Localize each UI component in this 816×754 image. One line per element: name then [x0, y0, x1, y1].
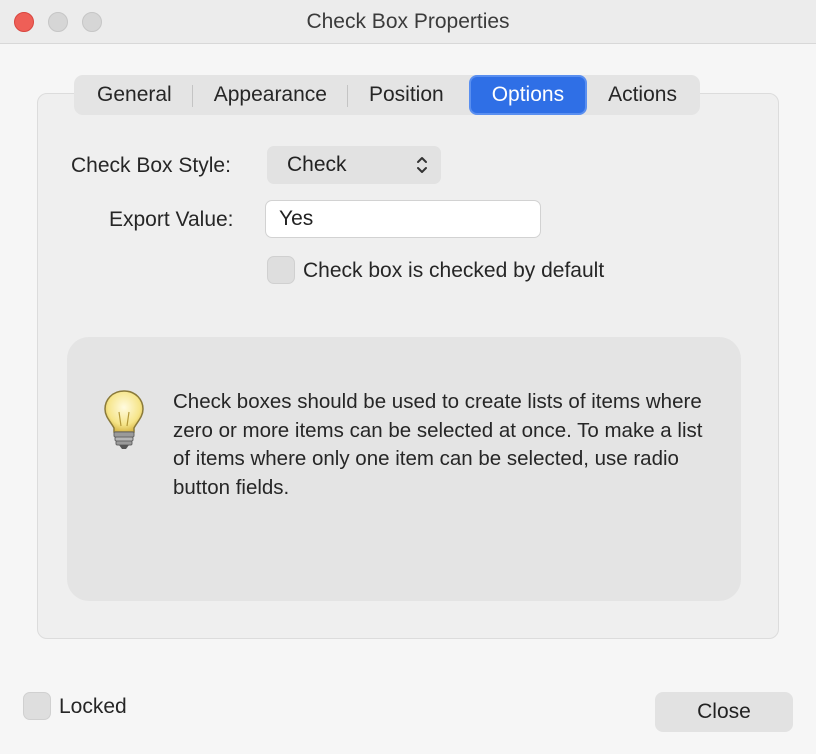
tab-options[interactable]: Options [468, 75, 588, 115]
window-title: Check Box Properties [306, 10, 510, 33]
default-checked-label: Check box is checked by default [303, 259, 605, 282]
tab-general[interactable]: General [76, 75, 193, 115]
title-bar: Check Box Properties [0, 0, 816, 44]
tab-actions[interactable]: Actions [587, 75, 698, 115]
check-box-style-label: Check Box Style: [71, 154, 231, 177]
close-button[interactable]: Close [655, 692, 793, 732]
tab-position[interactable]: Position [348, 75, 465, 115]
chevron-up-down-icon [417, 157, 427, 173]
export-value-label: Export Value: [109, 208, 234, 231]
locked-label: Locked [59, 695, 127, 718]
tab-bar: General Appearance Position Options Acti… [74, 75, 700, 115]
default-checked-checkbox[interactable] [267, 256, 295, 284]
tab-appearance[interactable]: Appearance [193, 75, 349, 115]
info-text: Check boxes should be used to create lis… [173, 390, 703, 499]
locked-checkbox[interactable] [23, 692, 51, 720]
check-box-style-value: Check [287, 153, 347, 176]
check-box-style-select[interactable]: Check [267, 146, 441, 184]
export-value-input[interactable]: Yes [265, 200, 541, 238]
lightbulb-icon [104, 390, 144, 449]
